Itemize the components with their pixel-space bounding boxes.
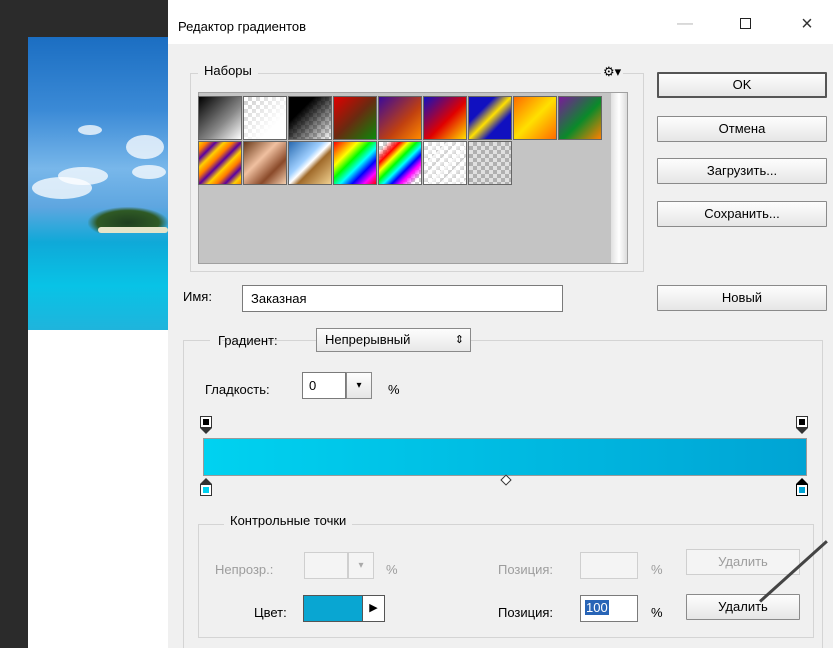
preset-swatch[interactable]	[288, 141, 332, 185]
minimize-button[interactable]: —	[673, 12, 697, 36]
color-menu-arrow-icon[interactable]: ▶	[363, 595, 385, 622]
color-position-unit: %	[651, 605, 663, 620]
canvas-photo	[28, 37, 168, 330]
preset-swatch[interactable]	[423, 141, 467, 185]
gradient-type-row: Градиент: Непрерывный ⇕	[210, 327, 471, 353]
preset-swatch[interactable]	[423, 96, 467, 140]
color-label: Цвет:	[254, 605, 287, 620]
maximize-icon	[739, 18, 751, 29]
opacity-position-label: Позиция:	[498, 562, 554, 577]
color-stop-right-selected[interactable]	[796, 478, 808, 496]
save-button[interactable]: Сохранить...	[657, 201, 827, 227]
color-swatch[interactable]	[303, 595, 363, 622]
presets-gear-icon[interactable]: ⚙▾	[601, 64, 624, 80]
presets-legend: Наборы	[198, 63, 258, 78]
opacity-position-unit: %	[651, 562, 663, 577]
gradient-type-label: Градиент:	[218, 333, 278, 348]
name-label: Имя:	[183, 289, 212, 304]
opacity-dropdown-button[interactable]: ▾	[348, 552, 374, 579]
preset-swatch[interactable]	[243, 96, 287, 140]
color-position-label: Позиция:	[498, 605, 554, 620]
stops-group	[198, 524, 814, 638]
smoothness-input[interactable]: 0	[302, 372, 346, 399]
select-arrows-icon: ⇕	[454, 334, 464, 346]
gradient-type-select[interactable]: Непрерывный ⇕	[316, 328, 471, 352]
preset-swatch[interactable]	[333, 96, 377, 140]
name-input[interactable]: Заказная	[242, 285, 563, 312]
new-button[interactable]: Новый	[657, 285, 827, 311]
opacity-stop-right[interactable]	[796, 416, 808, 434]
gradient-preview-bar[interactable]	[203, 438, 807, 476]
preset-swatch[interactable]	[288, 96, 332, 140]
opacity-position-input[interactable]	[580, 552, 638, 579]
load-button[interactable]: Загрузить...	[657, 158, 827, 184]
opacity-unit: %	[386, 562, 398, 577]
smoothness-dropdown-button[interactable]: ▾	[346, 372, 372, 399]
smoothness-unit: %	[388, 382, 400, 397]
preset-swatch[interactable]	[378, 141, 422, 185]
gradient-type-value: Непрерывный	[325, 332, 411, 347]
preset-swatch[interactable]	[333, 141, 377, 185]
presets-scrollbar[interactable]	[611, 93, 627, 263]
window-title: Редактор градиентов	[178, 19, 306, 34]
preset-swatch[interactable]	[198, 96, 242, 140]
opacity-delete-button[interactable]: Удалить	[686, 549, 800, 575]
preset-swatch[interactable]	[468, 96, 512, 140]
color-delete-button[interactable]: Удалить	[686, 594, 800, 620]
color-stop-left[interactable]	[200, 478, 212, 496]
preset-swatch[interactable]	[243, 141, 287, 185]
preset-swatch[interactable]	[378, 96, 422, 140]
preset-swatch[interactable]	[513, 96, 557, 140]
preset-swatch[interactable]	[558, 96, 602, 140]
canvas-white-area	[28, 330, 168, 648]
maximize-button[interactable]	[733, 12, 757, 36]
preset-swatch[interactable]	[198, 141, 242, 185]
stops-legend: Контрольные точки	[224, 513, 353, 528]
close-button[interactable]: ×	[795, 12, 819, 36]
opacity-label: Непрозр.:	[215, 562, 274, 577]
title-bar: Редактор градиентов — ×	[168, 0, 833, 44]
preset-swatch[interactable]	[468, 141, 512, 185]
opacity-input[interactable]	[304, 552, 348, 579]
cancel-button[interactable]: Отмена	[657, 116, 827, 142]
smoothness-label: Гладкость:	[205, 382, 270, 397]
ok-button[interactable]: OK	[657, 72, 827, 98]
color-position-input[interactable]: 100	[580, 595, 638, 622]
color-position-value: 100	[585, 600, 609, 615]
opacity-stop-left[interactable]	[200, 416, 212, 434]
gradient-editor-dialog: Редактор градиентов — × Наборы ⚙▾ OK Отм…	[168, 0, 833, 648]
